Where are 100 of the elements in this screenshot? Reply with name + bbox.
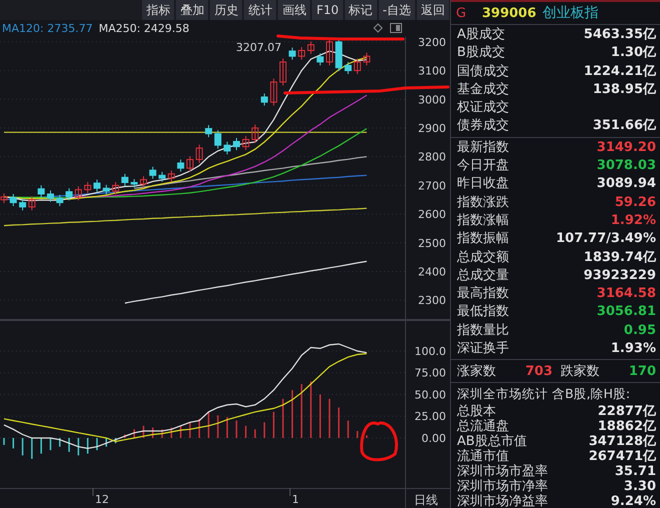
field-label: 深证换手 — [457, 340, 509, 358]
high-price-label: 3207.07 — [236, 41, 282, 54]
field-label: 总成交额 — [457, 248, 509, 267]
field-label: 涨家数 — [457, 363, 496, 380]
field-value: 1.92% — [610, 212, 656, 230]
toolbar-button[interactable]: 统计 — [244, 0, 276, 20]
field-label: 权证成交 — [457, 99, 509, 118]
time-axis-label: 1 — [292, 493, 299, 506]
candlestick — [363, 52, 370, 66]
candlestick — [47, 190, 54, 202]
field-label: 最高指数 — [457, 285, 509, 304]
toolbar-button[interactable]: -自选 — [378, 0, 415, 20]
candlestick — [66, 188, 73, 201]
axis-label: 2900 — [418, 122, 446, 135]
field-value: 347128亿 — [588, 434, 656, 450]
field-value: 1.93% — [610, 340, 656, 358]
legend-label: MA250: 2429.58 — [98, 22, 190, 35]
axis-label: 50.00 — [414, 388, 446, 402]
index-code: 399006 — [482, 6, 536, 20]
candlestick — [158, 171, 166, 182]
field-value: 170 — [628, 364, 656, 379]
candlestick — [280, 58, 286, 86]
candlestick — [233, 138, 240, 151]
candlestick — [177, 159, 184, 172]
candlestick — [168, 170, 175, 182]
candlestick — [74, 186, 82, 201]
field-value: 1839.74亿 — [584, 248, 656, 267]
field-value: 18862亿 — [598, 419, 656, 434]
candlestick — [186, 156, 194, 172]
candlestick — [252, 124, 259, 144]
time-axis-label: 12 — [95, 493, 109, 506]
candlestick — [224, 141, 231, 155]
field-label: 指数量比 — [457, 322, 509, 340]
field-label: 指数振幅 — [457, 230, 509, 248]
market-label: G — [456, 6, 468, 20]
candlestick — [28, 196, 36, 211]
field-label: A股成交 — [457, 26, 505, 44]
candlestick — [94, 179, 100, 192]
field-label: 昨日收盘 — [457, 175, 509, 194]
candlestick — [149, 166, 156, 180]
field-label: 基金成交 — [457, 80, 509, 99]
field-label: 总流通盘 — [457, 419, 509, 434]
toolbar-button[interactable]: 画线 — [278, 0, 310, 20]
candlestick — [102, 184, 110, 196]
panel-icon[interactable] — [390, 23, 402, 33]
field-label: 国债成交 — [457, 62, 509, 81]
candlestick — [270, 78, 278, 106]
field-value: 351.66亿 — [592, 117, 656, 136]
candlestick — [214, 130, 222, 150]
field-value: 3089.94 — [596, 175, 656, 194]
candlestick — [112, 181, 120, 196]
field-label: 总股本 — [457, 404, 496, 420]
candlestick — [326, 38, 333, 66]
legend-label: MA120: 2735.77 — [2, 22, 93, 35]
toolbar-button[interactable]: 指标 — [142, 0, 174, 20]
field-label: 债券成交 — [457, 117, 509, 136]
candlestick — [0, 192, 8, 204]
period-label[interactable]: 日线 — [414, 493, 438, 507]
field-value: 138.95亿 — [592, 80, 656, 99]
field-value: 3164.58 — [596, 285, 656, 304]
candlestick — [316, 52, 324, 66]
candlestick — [307, 40, 314, 54]
candlestick — [298, 46, 306, 60]
field-label: 深圳市场市盈率 — [457, 464, 548, 480]
candlestick — [38, 184, 45, 198]
toolbar-button[interactable]: 历史 — [210, 0, 242, 20]
field-label: 最低指数 — [457, 303, 509, 322]
toolbar-button[interactable]: 返回 — [417, 0, 449, 20]
field-value: 59.26 — [614, 194, 656, 212]
field-value: 1224.21亿 — [584, 62, 656, 81]
field-label: 最新指数 — [457, 138, 509, 157]
diamond-icon[interactable] — [373, 23, 383, 33]
axis-label: 2400 — [418, 266, 446, 278]
field-label: 深圳市场净益率 — [457, 494, 548, 508]
candlestick — [205, 124, 212, 138]
field-value: 3078.03 — [596, 157, 656, 176]
field-value: 35.71 — [614, 464, 656, 480]
axis-label: 2700 — [418, 179, 446, 192]
axis-label: 75.00 — [414, 366, 446, 380]
field-label: AB股总市值 — [457, 434, 527, 450]
axis-label: 25.00 — [414, 410, 446, 424]
toolbar-button[interactable]: 叠加 — [176, 0, 208, 20]
field-value: 3149.20 — [596, 138, 656, 157]
field-label: B股成交 — [457, 44, 505, 62]
field-value: 3056.81 — [596, 303, 656, 322]
field-label: 总成交量 — [457, 266, 509, 285]
toolbar-button[interactable]: 标记 — [344, 0, 377, 20]
axis-label: 100.0 — [414, 344, 446, 358]
candlestick — [344, 61, 352, 75]
candlestick — [196, 144, 203, 164]
field-value: 22877亿 — [598, 404, 656, 420]
field-label: 指数涨跌 — [457, 194, 509, 212]
section-title: 深圳全市场统计 含B股,除H股: — [457, 385, 632, 404]
axis-label: 3200 — [418, 37, 446, 49]
field-label: 跌家数 — [560, 363, 600, 380]
axis-label: 2600 — [418, 208, 446, 222]
field-value: 107.77/3.49% — [556, 230, 656, 248]
axis-label: 3100 — [418, 64, 446, 78]
field-label: 深圳市场市净率 — [457, 479, 548, 494]
toolbar-button[interactable]: F10 — [312, 0, 343, 20]
